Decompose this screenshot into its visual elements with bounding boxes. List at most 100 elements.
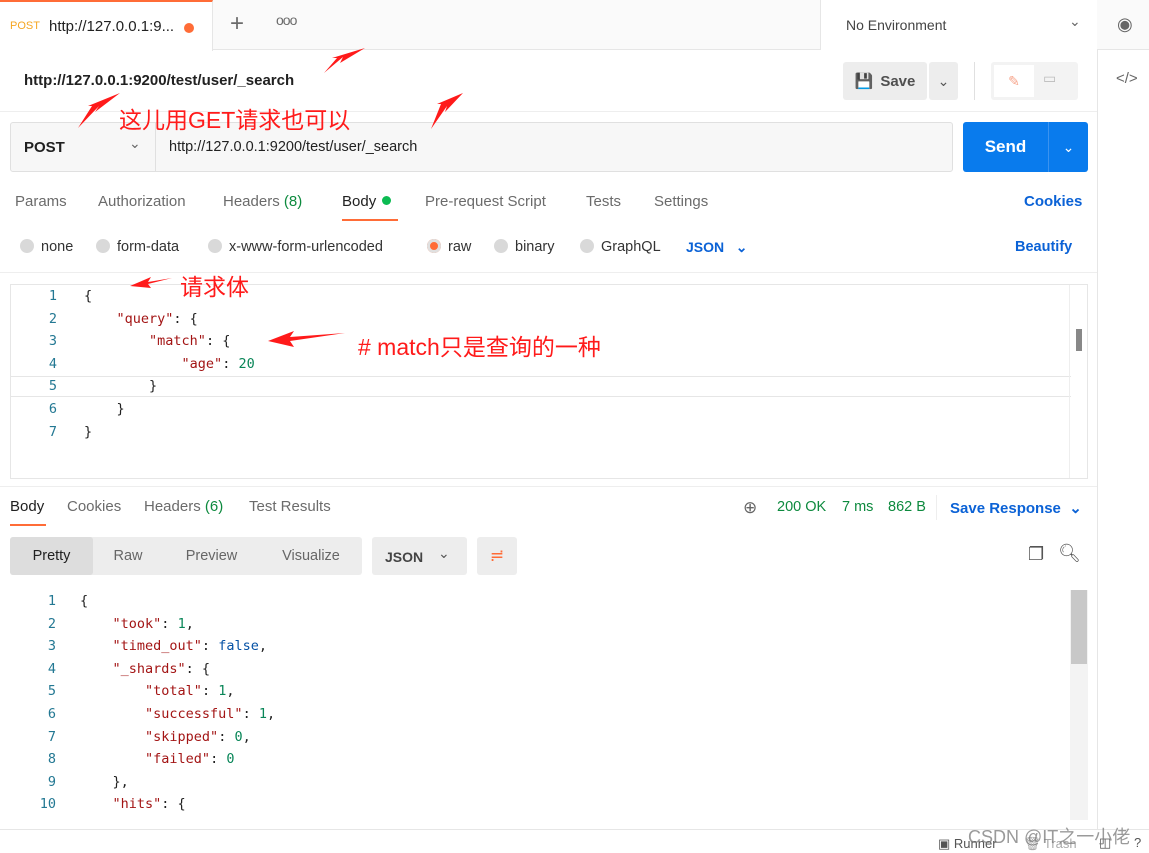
code-token: "_shards" (112, 660, 186, 677)
tab-label: Test Results (249, 498, 331, 515)
environment-select[interactable]: No Environment ⌄ (820, 0, 1097, 50)
code-icon[interactable]: </> (1116, 70, 1138, 87)
line-number: 10 (39, 796, 56, 813)
new-tab-plus-icon[interactable]: + (230, 10, 244, 38)
comment-icon[interactable]: ▭ (1043, 70, 1056, 87)
code-token: "timed_out" (112, 638, 202, 655)
code-token: : { (205, 333, 231, 350)
response-tab-body[interactable]: Body (10, 498, 46, 526)
request-tab[interactable]: POST http://127.0.0.1:9... (0, 0, 213, 51)
gutter-space (56, 748, 80, 771)
code-token: : (161, 615, 178, 632)
body-format-label: JSON (686, 239, 725, 255)
send-button[interactable]: Send (963, 122, 1048, 172)
response-scrollbar[interactable] (1070, 590, 1088, 820)
eye-icon[interactable]: ◉ (1117, 14, 1133, 35)
radio-label: GraphQL (601, 239, 661, 255)
view-mode-preview[interactable]: Preview (163, 537, 260, 575)
code-token: 0 (226, 751, 235, 768)
code-token: , (226, 683, 235, 700)
beautify-link[interactable]: Beautify (1015, 239, 1072, 255)
arrow-icon (324, 48, 365, 73)
url-text: http://127.0.0.1:9200/test/user/_search (169, 139, 418, 155)
response-tab-cookies[interactable]: Cookies (67, 498, 121, 515)
view-mode-pretty[interactable]: Pretty (10, 537, 93, 575)
response-time[interactable]: 7 ms (842, 499, 873, 515)
save-response-button[interactable]: Save Response ⌄ (950, 499, 1082, 517)
response-tab-test-results[interactable]: Test Results (249, 498, 331, 515)
code-token: { (84, 288, 93, 304)
body-format-select[interactable]: JSON ⌄ (686, 239, 748, 256)
editor-scrollbar[interactable] (1076, 329, 1082, 351)
save-icon: 💾 (854, 73, 874, 90)
line-number: 4 (47, 660, 56, 677)
response-size[interactable]: 862 B (888, 499, 926, 515)
code-token: 20 (238, 355, 255, 372)
tab-pre-request-script[interactable]: Pre-request Script (425, 193, 546, 210)
radio-icon (494, 239, 508, 253)
code-token: : (210, 751, 227, 768)
line-number: 7 (47, 728, 56, 745)
radio-binary[interactable]: binary (494, 239, 555, 255)
request-body-editor[interactable]: 1{2 "query": {3 "match": {4 "age": 20 5 }… (10, 284, 1088, 479)
code-token: "total" (145, 683, 202, 700)
gutter-space (56, 680, 80, 703)
tab-authorization[interactable]: Authorization (98, 193, 186, 210)
line-number: 5 (47, 683, 56, 700)
gutter-space (56, 703, 80, 726)
tab-label: Body (342, 193, 377, 210)
radio-form-data[interactable]: form-data (96, 239, 179, 255)
annotation-body-note: 请求体 (180, 274, 249, 300)
gutter-space (57, 421, 84, 444)
tab-count: (8) (283, 193, 303, 210)
line-number: 3 (48, 333, 57, 350)
tab-label: Pre-request Script (425, 193, 546, 210)
gutter-space (56, 726, 80, 749)
tab-label: Tests (586, 193, 622, 210)
radio-GraphQL[interactable]: GraphQL (580, 239, 661, 255)
line-number: 1 (48, 288, 57, 304)
cookies-link[interactable]: Cookies (1024, 193, 1082, 210)
copy-icon[interactable]: ❐ (1028, 544, 1044, 565)
tab-body[interactable]: Body (342, 193, 398, 221)
tab-label: Cookies (67, 498, 122, 515)
radio-x-www-form-urlencoded[interactable]: x-www-form-urlencoded (208, 239, 383, 255)
radio-raw[interactable]: raw (427, 239, 471, 255)
view-mode-raw[interactable]: Raw (93, 537, 163, 575)
radio-label: none (41, 239, 74, 255)
code-line: 7 "skipped": 0, (0, 726, 275, 749)
response-tab-headers[interactable]: Headers (6) (144, 498, 223, 515)
view-mode-visualize[interactable]: Visualize (260, 537, 362, 575)
tab-settings[interactable]: Settings (654, 193, 708, 210)
tab-label: Authorization (98, 193, 186, 210)
tab-headers[interactable]: Headers (8) (223, 193, 302, 210)
code-token: "age" (181, 355, 223, 372)
gutter-space (56, 658, 80, 681)
code-token: { (80, 593, 89, 609)
save-button[interactable]: 💾 Save (843, 62, 927, 100)
response-format-select[interactable]: JSON ⌄ (372, 537, 467, 575)
line-number: 1 (47, 593, 56, 609)
method-label: POST (24, 139, 65, 156)
help-icon[interactable]: ? (1134, 835, 1141, 850)
radio-none[interactable]: none (20, 239, 73, 255)
more-tabs-icon[interactable]: ooo (276, 12, 297, 28)
send-options-button[interactable]: ⌄ (1048, 122, 1088, 172)
gutter-space (56, 635, 80, 658)
save-options-button[interactable]: ⌄ (929, 62, 958, 100)
pencil-icon[interactable]: ✎ (994, 65, 1034, 97)
code-line: 4 "age": 20 (11, 353, 255, 376)
code-token: : (201, 683, 219, 700)
status-code[interactable]: 200 OK (777, 499, 826, 515)
tab-tests[interactable]: Tests (586, 193, 621, 210)
wrap-lines-button[interactable]: ≓ (477, 537, 517, 575)
tab-params[interactable]: Params (15, 193, 67, 210)
view-mode-group: Pretty Raw Preview Visualize (10, 537, 362, 575)
gutter-space (57, 398, 84, 421)
search-icon[interactable]: 🔍︎ (1058, 543, 1081, 564)
